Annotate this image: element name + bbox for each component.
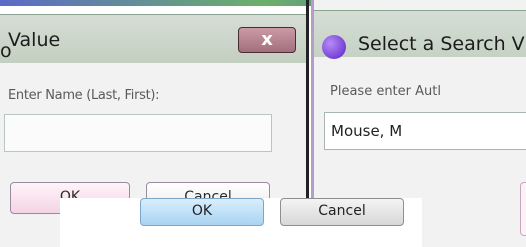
left-dialog-title: Value <box>8 29 61 51</box>
name-input[interactable] <box>4 114 272 152</box>
left-title-bar[interactable]: Value x <box>0 14 306 63</box>
search-input[interactable]: Mouse, M <box>324 112 526 150</box>
right-title-bar[interactable]: Select a Search V <box>314 10 526 59</box>
left-prompt-label: Enter Name (Last, First): <box>8 88 160 103</box>
overlay-cancel-button[interactable]: Cancel <box>280 198 404 226</box>
right-prompt-label: Please enter Autl <box>330 84 441 99</box>
partial-button[interactable] <box>520 182 526 236</box>
offscreen-title-fragment: o <box>0 40 12 62</box>
search-input-value: Mouse, M <box>331 122 403 140</box>
close-icon: x <box>261 29 273 50</box>
app-icon <box>322 35 346 59</box>
close-button[interactable]: x <box>238 27 296 53</box>
right-dialog-title: Select a Search V <box>358 33 525 55</box>
overlay-ok-button[interactable]: OK <box>140 198 264 226</box>
